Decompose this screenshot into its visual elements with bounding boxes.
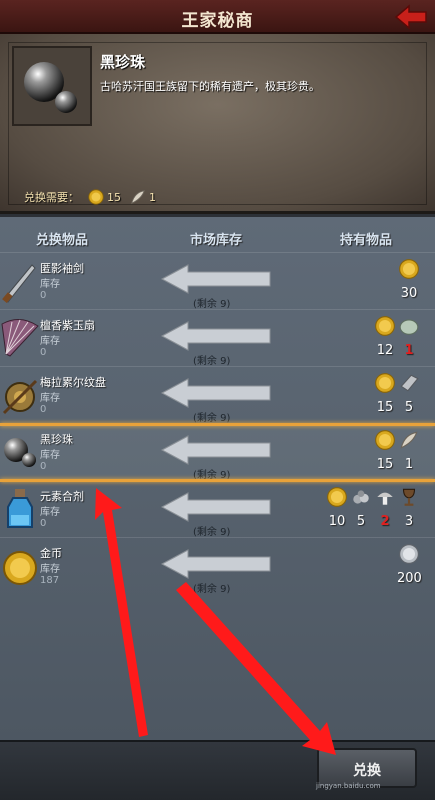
owned-count: 15 <box>376 457 394 472</box>
owned-items: 30 <box>301 258 421 306</box>
owned-count: 12 <box>376 343 394 358</box>
gold-coin-icon <box>325 486 349 508</box>
owned-count: 200 <box>397 571 422 586</box>
mushroom-icon <box>373 486 397 508</box>
stock-value: 0 <box>40 518 47 529</box>
ornate-disc-icon <box>0 371 40 419</box>
exchange-button-label: 兑换 <box>353 763 381 779</box>
owned-count: 3 <box>404 514 414 529</box>
list-item[interactable]: 金币库存 187 (剩余 9) 200 <box>0 537 435 595</box>
transfer-arrow-icon[interactable] <box>160 491 275 523</box>
item-name: 元素合剂 <box>40 490 84 503</box>
item-name: 匿影袖剑 <box>40 262 84 275</box>
item-description: 古哈苏汗国王族留下的稀有遗产，极其珍贵。 <box>100 80 320 93</box>
goblet-icon <box>397 486 421 508</box>
list-item[interactable]: 匿影袖剑库存 0 (剩余 9) 30 <box>0 252 435 310</box>
item-name: 黑珍珠 <box>40 433 73 446</box>
item-name: 金币 <box>40 547 62 560</box>
black-pearl-icon <box>0 428 40 476</box>
list-item[interactable]: 黑珍珠 库存 0 (剩余 9) 15 1 <box>0 423 435 481</box>
owned-items: 12 1 <box>301 315 421 363</box>
header-owned: 持有物品 <box>340 233 393 248</box>
item-name: 黑珍珠 <box>100 53 146 71</box>
ore-icon <box>349 486 373 508</box>
cost-gold-value: 15 <box>107 190 121 204</box>
remaining-count: (剩余 9) <box>193 413 231 424</box>
bottom-bar: 兑换 <box>0 740 435 800</box>
stock-label: 库存 <box>40 279 60 290</box>
cost-feather-value: 1 <box>149 190 156 204</box>
owned-items: 15 1 <box>301 429 421 477</box>
gold-coin-icon <box>88 189 104 205</box>
stock-label: 库存 <box>40 393 60 404</box>
stock-value: 0 <box>40 461 47 472</box>
sleeve-sword-icon <box>0 257 40 305</box>
remaining-count: (剩余 9) <box>193 584 231 595</box>
transfer-arrow-icon[interactable] <box>160 377 275 409</box>
owned-items: 200 <box>301 543 422 591</box>
owned-count: 2 <box>380 514 390 529</box>
cost-label: 兑换需要： <box>24 191 79 204</box>
selection-top-line <box>0 423 435 426</box>
stock-value: 187 <box>40 575 60 586</box>
transfer-arrow-icon[interactable] <box>160 548 275 580</box>
header-market: 市场库存 <box>190 233 243 248</box>
owned-count: 30 <box>400 286 418 301</box>
gold-coin-icon <box>373 372 397 394</box>
silver-bar-icon <box>397 372 421 394</box>
remaining-count: (剩余 9) <box>193 299 231 310</box>
owned-count: 15 <box>376 400 394 415</box>
item-name: 梅拉累尔纹盘 <box>40 376 106 389</box>
selection-bottom-line <box>0 479 435 482</box>
remaining-count: (剩余 9) <box>193 527 231 538</box>
item-name: 檀香紫玉扇 <box>40 319 95 332</box>
feather-icon <box>397 429 421 451</box>
feather-icon <box>131 190 145 205</box>
owned-count: 5 <box>404 400 414 415</box>
owned-items: 15 5 <box>301 372 421 420</box>
gold-coin-large-icon <box>0 542 40 590</box>
title-bar: 王家秘商 <box>0 0 435 34</box>
owned-items: 10 5 2 3 <box>301 486 421 534</box>
remaining-count: (剩余 9) <box>193 356 231 367</box>
list-item[interactable]: 元素合剂库存 0 (剩余 9) 10 5 2 3 <box>0 480 435 538</box>
gold-coin-icon <box>373 429 397 451</box>
elemental-potion-icon <box>0 485 40 533</box>
transfer-arrow-icon[interactable] <box>160 434 275 466</box>
stock-label: 库存 <box>40 336 60 347</box>
owned-count: 10 <box>328 514 346 529</box>
header-item: 兑换物品 <box>36 233 89 248</box>
transfer-arrow-icon[interactable] <box>160 263 275 295</box>
page-title: 王家秘商 <box>181 11 254 31</box>
transfer-arrow-icon[interactable] <box>160 320 275 352</box>
stock-label: 库存 <box>40 564 60 575</box>
list-item[interactable]: 梅拉累尔纹盘 库存 0 (剩余 9) 15 5 <box>0 366 435 424</box>
owned-count: 5 <box>356 514 366 529</box>
owned-count: 1 <box>404 343 414 358</box>
jade-stone-icon <box>397 315 421 337</box>
stock-value: 0 <box>40 404 47 415</box>
exchange-cost: 兑换需要： 15 1 <box>24 186 156 208</box>
silver-coin-icon <box>397 543 421 565</box>
stock-value: 0 <box>40 347 47 358</box>
stock-value: 0 <box>40 290 47 301</box>
owned-count: 1 <box>404 457 414 472</box>
sandalwood-fan-icon <box>0 314 40 362</box>
gold-coin-icon <box>397 258 421 280</box>
black-pearl-large-icon <box>12 46 92 126</box>
stock-label: 库存 <box>40 450 60 461</box>
back-arrow-icon[interactable] <box>393 3 429 31</box>
list-item[interactable]: 檀香紫玉扇库存 0 (剩余 9) 12 1 <box>0 309 435 367</box>
stock-label: 库存 <box>40 507 60 518</box>
watermark: jingyan.baidu.com <box>316 782 381 790</box>
gold-coin-icon <box>373 315 397 337</box>
